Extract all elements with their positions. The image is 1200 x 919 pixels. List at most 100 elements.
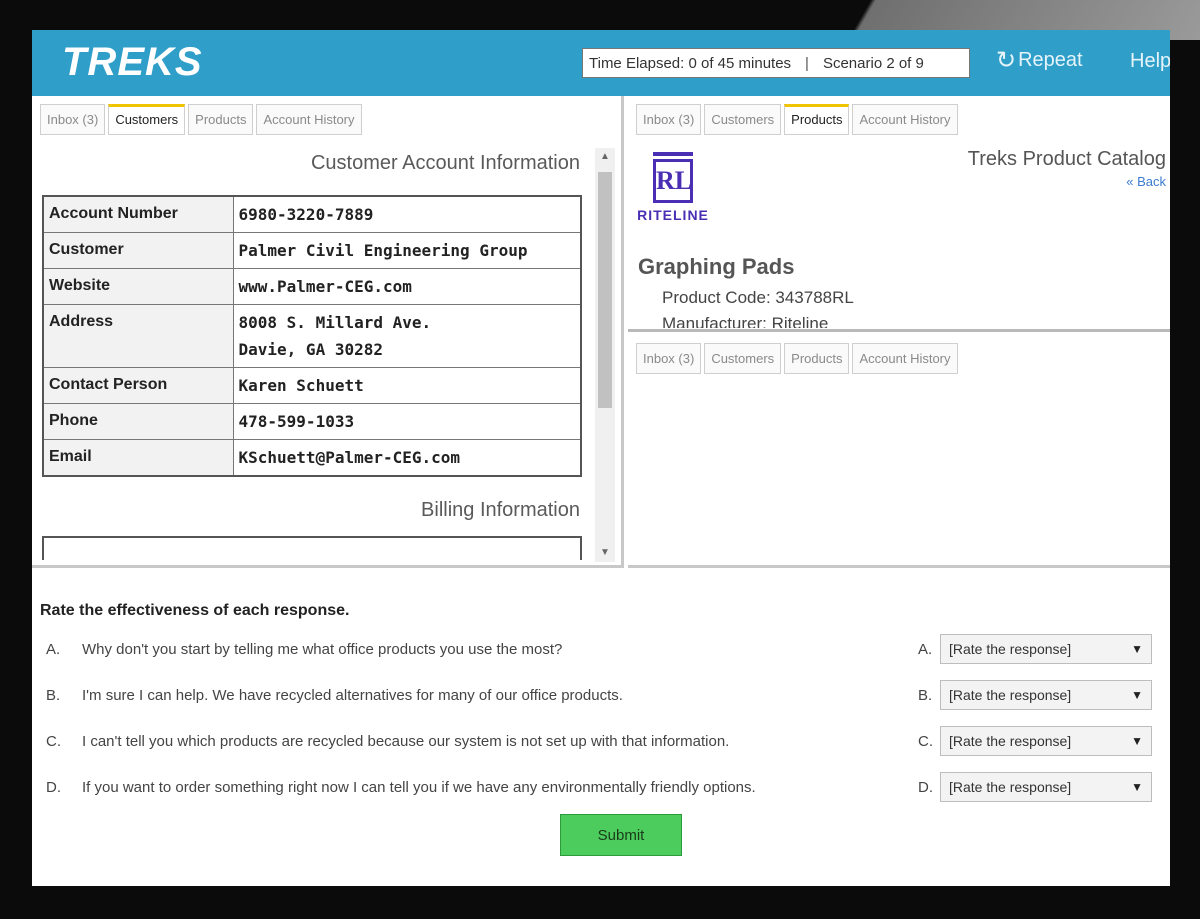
response-text: I can't tell you which products are recy… <box>82 733 730 750</box>
response-text: I'm sure I can help. We have recycled al… <box>82 687 623 704</box>
submit-button[interactable]: Submit <box>560 814 682 856</box>
logo-name: RITELINE <box>637 207 709 223</box>
row-value: Palmer Civil Engineering Group <box>232 232 582 269</box>
scroll-thumb[interactable] <box>598 172 612 408</box>
tab-account-history[interactable]: Account History <box>256 104 362 135</box>
row-value: Karen Schuett <box>232 367 582 404</box>
row-value: www.Palmer-CEG.com <box>232 268 582 305</box>
status-box: Time Elapsed: 0 of 45 minutes | Scenario… <box>582 48 970 78</box>
repeat-label: Repeat <box>1018 49 1083 71</box>
response-letter: B. <box>46 687 61 704</box>
header-bar: TREKS Time Elapsed: 0 of 45 minutes | Sc… <box>32 30 1170 96</box>
row-value: KSchuett@Palmer-CEG.com <box>232 439 582 477</box>
status-separator: | <box>805 54 809 72</box>
address-line-1: 8008 S. Millard Ave. <box>238 313 432 332</box>
table-row: Account Number 6980-3220-7889 <box>42 195 582 233</box>
help-link[interactable]: Help <box>1130 50 1170 73</box>
left-tab-bar: Inbox (3) Customers Products Account His… <box>32 96 621 135</box>
customer-info-table: Account Number 6980-3220-7889 Customer P… <box>42 195 582 477</box>
dropdown-caret-icon: ▼ <box>1131 688 1143 702</box>
right-top-pane: Inbox (3) Customers Products Account His… <box>628 96 1170 332</box>
select-value: [Rate the response] <box>949 641 1072 657</box>
select-letter: D. <box>918 779 933 796</box>
response-row-b: B. I'm sure I can help. We have recycled… <box>32 680 1170 712</box>
tab-inbox[interactable]: Inbox (3) <box>636 104 702 135</box>
rating-select-b[interactable]: [Rate the response] ▼ <box>940 680 1152 710</box>
product-name: Graphing Pads <box>638 254 795 279</box>
select-letter: B. <box>918 687 933 704</box>
select-value: [Rate the response] <box>949 687 1072 703</box>
response-row-c: C. I can't tell you which products are r… <box>32 726 1170 758</box>
tab-account-history[interactable]: Account History <box>852 343 958 374</box>
repeat-button[interactable]: ↻ Repeat <box>996 46 1083 75</box>
response-text: If you want to order something right now… <box>82 779 756 796</box>
tab-inbox[interactable]: Inbox (3) <box>40 104 106 135</box>
table-row: Website www.Palmer-CEG.com <box>42 268 582 305</box>
logo-bars <box>653 152 693 156</box>
select-letter: A. <box>918 641 933 658</box>
right-top-tab-bar: Inbox (3) Customers Products Account His… <box>628 96 1170 135</box>
row-label: Address <box>42 304 234 368</box>
catalog-title: Treks Product Catalog <box>967 148 1166 170</box>
left-pane-scrollbar[interactable]: ▲ ▼ <box>595 148 615 562</box>
response-letter: C. <box>46 733 61 750</box>
tab-products[interactable]: Products <box>784 104 850 135</box>
row-label: Customer <box>42 232 234 269</box>
dropdown-caret-icon: ▼ <box>1131 780 1143 794</box>
question-area: Rate the effectiveness of each response.… <box>32 590 1170 886</box>
rating-select-d[interactable]: [Rate the response] ▼ <box>940 772 1152 802</box>
treks-logo: TREKS <box>62 40 203 84</box>
riteline-logo: RL RITELINE <box>637 152 709 248</box>
back-link[interactable]: « Back <box>1126 174 1166 189</box>
repeat-icon: ↻ <box>996 47 1017 74</box>
dropdown-caret-icon: ▼ <box>1131 734 1143 748</box>
right-bottom-pane: Inbox (3) Customers Products Account His… <box>628 335 1170 568</box>
rating-select-c[interactable]: [Rate the response] ▼ <box>940 726 1152 756</box>
product-code: Product Code: 343788RL <box>662 288 854 307</box>
response-row-d: D. If you want to order something right … <box>32 772 1170 804</box>
row-label: Contact Person <box>42 367 234 404</box>
select-letter: C. <box>918 733 933 750</box>
address-line-2: Davie, GA 30282 <box>238 340 384 359</box>
question-title: Rate the effectiveness of each response. <box>40 602 350 619</box>
tab-customers[interactable]: Customers <box>108 104 186 135</box>
response-text: Why don't you start by telling me what o… <box>82 641 563 658</box>
row-label: Account Number <box>42 195 234 233</box>
tab-inbox[interactable]: Inbox (3) <box>636 343 702 374</box>
table-row: Customer Palmer Civil Engineering Group <box>42 232 582 269</box>
billing-info-table <box>42 536 582 560</box>
table-row: Address 8008 S. Millard Ave. Davie, GA 3… <box>42 304 582 368</box>
scenario-counter: Scenario 2 of 9 <box>822 54 924 72</box>
tab-customers[interactable]: Customers <box>704 104 782 135</box>
scroll-up-icon[interactable]: ▲ <box>595 148 615 166</box>
logo-letters: RL <box>653 159 693 203</box>
table-row: Email KSchuett@Palmer-CEG.com <box>42 439 582 477</box>
tab-account-history[interactable]: Account History <box>852 104 958 135</box>
row-label: Website <box>42 268 234 305</box>
row-label: Phone <box>42 403 234 440</box>
row-value: 6980-3220-7889 <box>232 195 582 233</box>
tab-products[interactable]: Products <box>188 104 254 135</box>
rating-select-a[interactable]: [Rate the response] ▼ <box>940 634 1152 664</box>
dropdown-caret-icon: ▼ <box>1131 642 1143 656</box>
customer-info-content: Customer Account Information Account Num… <box>32 148 592 562</box>
right-bottom-tab-bar: Inbox (3) Customers Products Account His… <box>628 335 1170 374</box>
table-row: Phone 478-599-1033 <box>42 403 582 440</box>
row-value: 8008 S. Millard Ave. Davie, GA 30282 <box>232 304 582 368</box>
response-letter: D. <box>46 779 61 796</box>
billing-info-title: Billing Information <box>421 499 580 521</box>
customer-info-title: Customer Account Information <box>310 152 580 174</box>
time-elapsed: Time Elapsed: 0 of 45 minutes <box>589 54 792 72</box>
tab-products[interactable]: Products <box>784 343 850 374</box>
row-value: 478-599-1033 <box>232 403 582 440</box>
row-label: Email <box>42 439 234 477</box>
response-letter: A. <box>46 641 61 658</box>
table-row: Contact Person Karen Schuett <box>42 367 582 404</box>
tab-customers[interactable]: Customers <box>704 343 782 374</box>
scroll-down-icon[interactable]: ▼ <box>595 544 615 562</box>
product-manufacturer: Manufacturer: Riteline <box>662 314 829 328</box>
treks-app-window: TREKS Time Elapsed: 0 of 45 minutes | Sc… <box>32 30 1170 886</box>
response-row-a: A. Why don't you start by telling me wha… <box>32 634 1170 666</box>
select-value: [Rate the response] <box>949 779 1072 795</box>
left-pane: Inbox (3) Customers Products Account His… <box>32 96 624 568</box>
